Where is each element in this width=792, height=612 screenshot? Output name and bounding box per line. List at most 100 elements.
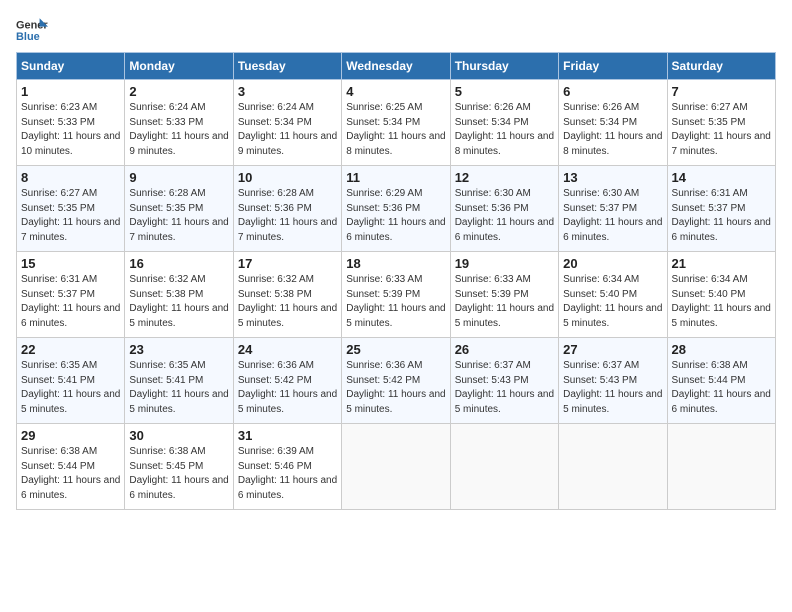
weekday-header-friday: Friday [559, 53, 667, 80]
calendar-cell: 15 Sunrise: 6:31 AM Sunset: 5:37 PM Dayl… [17, 252, 125, 338]
day-info: Sunrise: 6:30 AM Sunset: 5:37 PM Dayligh… [563, 187, 662, 245]
calendar-cell: 7 Sunrise: 6:27 AM Sunset: 5:35 PM Dayli… [667, 80, 775, 166]
day-number: 22 [21, 342, 120, 357]
calendar-cell: 6 Sunrise: 6:26 AM Sunset: 5:34 PM Dayli… [559, 80, 667, 166]
day-number: 3 [238, 84, 337, 99]
calendar-cell: 1 Sunrise: 6:23 AM Sunset: 5:33 PM Dayli… [17, 80, 125, 166]
day-info: Sunrise: 6:29 AM Sunset: 5:36 PM Dayligh… [346, 187, 445, 245]
calendar-cell: 11 Sunrise: 6:29 AM Sunset: 5:36 PM Dayl… [342, 166, 450, 252]
day-info: Sunrise: 6:35 AM Sunset: 5:41 PM Dayligh… [129, 359, 228, 417]
day-number: 9 [129, 170, 228, 185]
day-info: Sunrise: 6:28 AM Sunset: 5:36 PM Dayligh… [238, 187, 337, 245]
calendar-week-1: 1 Sunrise: 6:23 AM Sunset: 5:33 PM Dayli… [17, 80, 776, 166]
calendar-cell: 26 Sunrise: 6:37 AM Sunset: 5:43 PM Dayl… [450, 338, 558, 424]
weekday-header-monday: Monday [125, 53, 233, 80]
calendar-cell: 17 Sunrise: 6:32 AM Sunset: 5:38 PM Dayl… [233, 252, 341, 338]
day-info: Sunrise: 6:28 AM Sunset: 5:35 PM Dayligh… [129, 187, 228, 245]
day-info: Sunrise: 6:30 AM Sunset: 5:36 PM Dayligh… [455, 187, 554, 245]
calendar-week-2: 8 Sunrise: 6:27 AM Sunset: 5:35 PM Dayli… [17, 166, 776, 252]
day-number: 18 [346, 256, 445, 271]
day-number: 14 [672, 170, 771, 185]
day-info: Sunrise: 6:33 AM Sunset: 5:39 PM Dayligh… [346, 273, 445, 331]
day-number: 24 [238, 342, 337, 357]
calendar-cell [559, 424, 667, 510]
day-number: 13 [563, 170, 662, 185]
day-number: 2 [129, 84, 228, 99]
calendar-cell: 28 Sunrise: 6:38 AM Sunset: 5:44 PM Dayl… [667, 338, 775, 424]
day-info: Sunrise: 6:24 AM Sunset: 5:34 PM Dayligh… [238, 101, 337, 159]
day-info: Sunrise: 6:38 AM Sunset: 5:44 PM Dayligh… [21, 445, 120, 503]
calendar-cell: 20 Sunrise: 6:34 AM Sunset: 5:40 PM Dayl… [559, 252, 667, 338]
day-number: 25 [346, 342, 445, 357]
day-info: Sunrise: 6:26 AM Sunset: 5:34 PM Dayligh… [455, 101, 554, 159]
calendar-cell: 23 Sunrise: 6:35 AM Sunset: 5:41 PM Dayl… [125, 338, 233, 424]
calendar-cell [667, 424, 775, 510]
calendar-week-3: 15 Sunrise: 6:31 AM Sunset: 5:37 PM Dayl… [17, 252, 776, 338]
calendar-cell: 8 Sunrise: 6:27 AM Sunset: 5:35 PM Dayli… [17, 166, 125, 252]
day-number: 6 [563, 84, 662, 99]
day-number: 27 [563, 342, 662, 357]
calendar-cell: 19 Sunrise: 6:33 AM Sunset: 5:39 PM Dayl… [450, 252, 558, 338]
page-header: General Blue [16, 16, 776, 44]
day-info: Sunrise: 6:32 AM Sunset: 5:38 PM Dayligh… [129, 273, 228, 331]
day-number: 16 [129, 256, 228, 271]
day-info: Sunrise: 6:31 AM Sunset: 5:37 PM Dayligh… [21, 273, 120, 331]
calendar-cell: 22 Sunrise: 6:35 AM Sunset: 5:41 PM Dayl… [17, 338, 125, 424]
day-number: 23 [129, 342, 228, 357]
day-number: 28 [672, 342, 771, 357]
calendar-cell: 29 Sunrise: 6:38 AM Sunset: 5:44 PM Dayl… [17, 424, 125, 510]
calendar-cell: 25 Sunrise: 6:36 AM Sunset: 5:42 PM Dayl… [342, 338, 450, 424]
day-info: Sunrise: 6:38 AM Sunset: 5:45 PM Dayligh… [129, 445, 228, 503]
day-number: 8 [21, 170, 120, 185]
day-info: Sunrise: 6:24 AM Sunset: 5:33 PM Dayligh… [129, 101, 228, 159]
day-info: Sunrise: 6:37 AM Sunset: 5:43 PM Dayligh… [455, 359, 554, 417]
calendar-cell: 31 Sunrise: 6:39 AM Sunset: 5:46 PM Dayl… [233, 424, 341, 510]
day-info: Sunrise: 6:35 AM Sunset: 5:41 PM Dayligh… [21, 359, 120, 417]
day-info: Sunrise: 6:39 AM Sunset: 5:46 PM Dayligh… [238, 445, 337, 503]
day-info: Sunrise: 6:34 AM Sunset: 5:40 PM Dayligh… [672, 273, 771, 331]
day-info: Sunrise: 6:36 AM Sunset: 5:42 PM Dayligh… [238, 359, 337, 417]
calendar-table: SundayMondayTuesdayWednesdayThursdayFrid… [16, 52, 776, 510]
calendar-cell: 4 Sunrise: 6:25 AM Sunset: 5:34 PM Dayli… [342, 80, 450, 166]
day-number: 1 [21, 84, 120, 99]
day-info: Sunrise: 6:27 AM Sunset: 5:35 PM Dayligh… [21, 187, 120, 245]
weekday-header-tuesday: Tuesday [233, 53, 341, 80]
logo: General Blue [16, 16, 48, 44]
day-info: Sunrise: 6:37 AM Sunset: 5:43 PM Dayligh… [563, 359, 662, 417]
calendar-cell: 9 Sunrise: 6:28 AM Sunset: 5:35 PM Dayli… [125, 166, 233, 252]
calendar-cell: 2 Sunrise: 6:24 AM Sunset: 5:33 PM Dayli… [125, 80, 233, 166]
calendar-cell: 12 Sunrise: 6:30 AM Sunset: 5:36 PM Dayl… [450, 166, 558, 252]
calendar-cell: 27 Sunrise: 6:37 AM Sunset: 5:43 PM Dayl… [559, 338, 667, 424]
day-number: 10 [238, 170, 337, 185]
logo-icon: General Blue [16, 16, 48, 44]
day-number: 29 [21, 428, 120, 443]
calendar-cell: 24 Sunrise: 6:36 AM Sunset: 5:42 PM Dayl… [233, 338, 341, 424]
day-number: 5 [455, 84, 554, 99]
svg-text:Blue: Blue [16, 31, 40, 43]
day-number: 30 [129, 428, 228, 443]
weekday-header-sunday: Sunday [17, 53, 125, 80]
weekday-header-wednesday: Wednesday [342, 53, 450, 80]
day-number: 11 [346, 170, 445, 185]
day-info: Sunrise: 6:26 AM Sunset: 5:34 PM Dayligh… [563, 101, 662, 159]
day-number: 19 [455, 256, 554, 271]
day-number: 20 [563, 256, 662, 271]
calendar-cell: 10 Sunrise: 6:28 AM Sunset: 5:36 PM Dayl… [233, 166, 341, 252]
calendar-cell: 21 Sunrise: 6:34 AM Sunset: 5:40 PM Dayl… [667, 252, 775, 338]
day-number: 26 [455, 342, 554, 357]
calendar-cell: 16 Sunrise: 6:32 AM Sunset: 5:38 PM Dayl… [125, 252, 233, 338]
day-info: Sunrise: 6:32 AM Sunset: 5:38 PM Dayligh… [238, 273, 337, 331]
day-info: Sunrise: 6:36 AM Sunset: 5:42 PM Dayligh… [346, 359, 445, 417]
calendar-cell: 5 Sunrise: 6:26 AM Sunset: 5:34 PM Dayli… [450, 80, 558, 166]
calendar-cell: 30 Sunrise: 6:38 AM Sunset: 5:45 PM Dayl… [125, 424, 233, 510]
calendar-week-5: 29 Sunrise: 6:38 AM Sunset: 5:44 PM Dayl… [17, 424, 776, 510]
day-number: 31 [238, 428, 337, 443]
day-info: Sunrise: 6:38 AM Sunset: 5:44 PM Dayligh… [672, 359, 771, 417]
day-number: 12 [455, 170, 554, 185]
day-info: Sunrise: 6:23 AM Sunset: 5:33 PM Dayligh… [21, 101, 120, 159]
day-number: 7 [672, 84, 771, 99]
day-info: Sunrise: 6:33 AM Sunset: 5:39 PM Dayligh… [455, 273, 554, 331]
day-number: 21 [672, 256, 771, 271]
day-number: 4 [346, 84, 445, 99]
calendar-cell: 3 Sunrise: 6:24 AM Sunset: 5:34 PM Dayli… [233, 80, 341, 166]
